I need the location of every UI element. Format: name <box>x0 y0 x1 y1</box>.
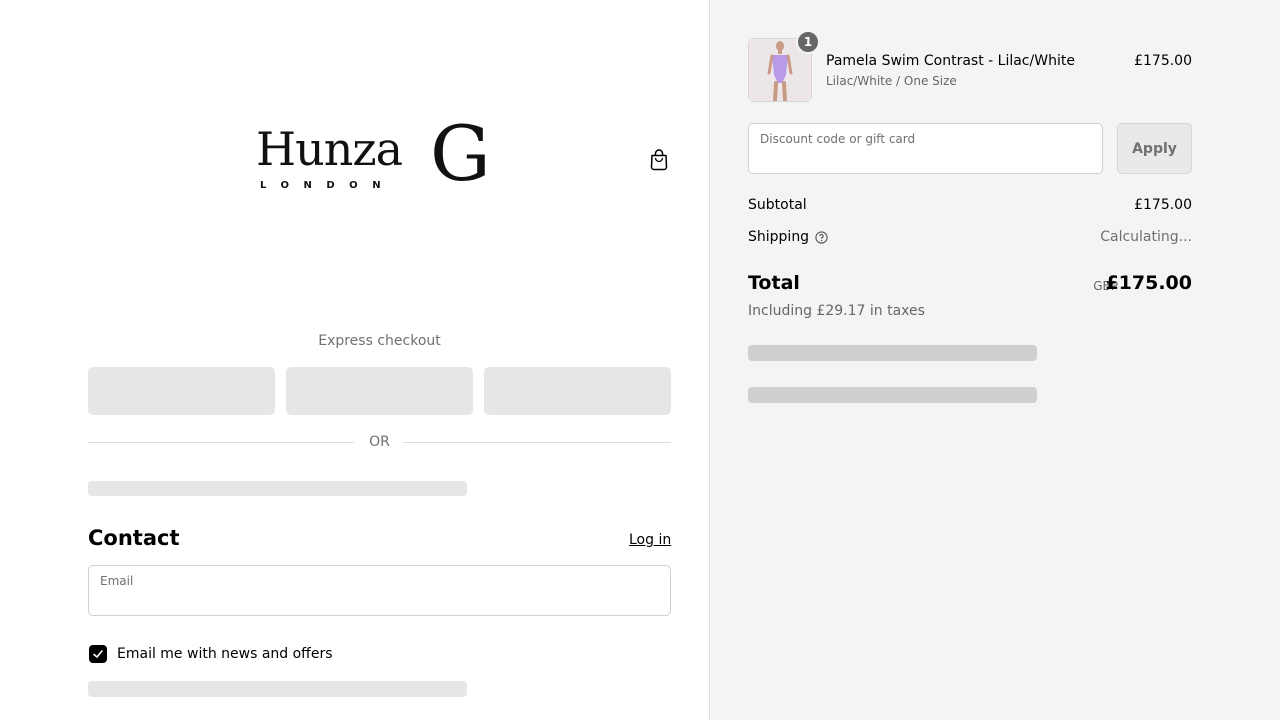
checkmark-icon <box>93 650 103 658</box>
total-value: £175.00 <box>1105 272 1192 294</box>
logo-wordmark: Hunza <box>256 122 403 176</box>
taxes-note: Including £29.17 in taxes <box>748 303 925 319</box>
or-divider: OR <box>88 433 671 451</box>
or-text: OR <box>369 434 390 450</box>
quantity-badge: 1 <box>796 30 820 54</box>
shopping-bag-icon <box>650 149 668 171</box>
help-icon[interactable] <box>815 231 828 244</box>
discount-field[interactable]: Discount code or gift card <box>748 123 1103 174</box>
loading-placeholder <box>748 387 1037 403</box>
shipping-value: Calculating... <box>1100 229 1192 245</box>
loading-placeholder <box>748 345 1037 361</box>
product-price: £175.00 <box>1134 53 1192 69</box>
subtotal-value: £175.00 <box>1134 197 1192 213</box>
email-input[interactable] <box>100 590 659 610</box>
logo-subtitle: LONDON <box>260 180 396 191</box>
express-checkout-button[interactable] <box>484 367 671 415</box>
express-checkout-button[interactable] <box>286 367 473 415</box>
express-checkout-title: Express checkout <box>318 333 441 349</box>
discount-input[interactable] <box>760 148 1091 168</box>
loading-placeholder <box>88 681 467 697</box>
subtotal-label: Subtotal <box>748 197 807 213</box>
email-field[interactable]: Email <box>88 565 671 616</box>
express-checkout-button[interactable] <box>88 367 275 415</box>
newsletter-label: Email me with news and offers <box>117 646 333 662</box>
shipping-label: Shipping <box>748 229 810 245</box>
email-field-label: Email <box>100 574 134 588</box>
newsletter-checkbox[interactable] <box>89 645 107 663</box>
brand-logo[interactable]: Hunza G LONDON <box>256 114 504 194</box>
login-link[interactable]: Log in <box>629 531 671 549</box>
apply-discount-button[interactable]: Apply <box>1117 123 1192 174</box>
loading-placeholder <box>88 481 467 496</box>
cart-button[interactable] <box>647 148 671 172</box>
product-variant: Lilac/White / One Size <box>826 74 957 88</box>
logo-letter: G <box>430 109 491 198</box>
contact-heading: Contact <box>88 526 180 550</box>
total-label: Total <box>748 272 800 294</box>
discount-field-label: Discount code or gift card <box>760 132 916 146</box>
product-name: Pamela Swim Contrast - Lilac/White <box>826 53 1075 69</box>
